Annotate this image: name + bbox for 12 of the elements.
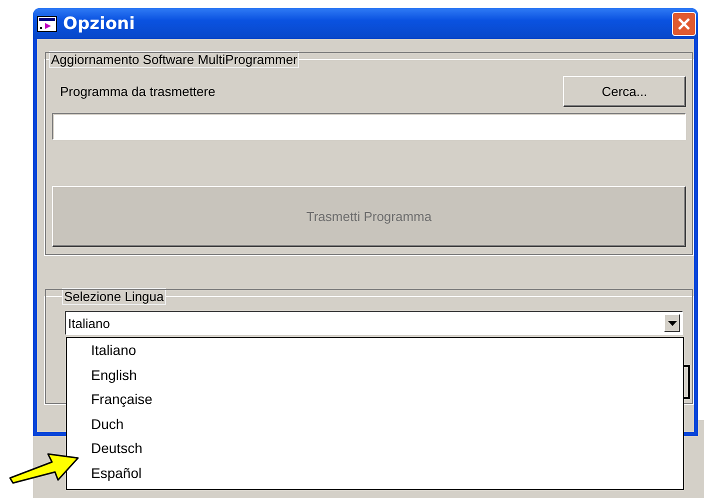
dropdown-option[interactable]: Duch: [67, 412, 683, 436]
window-title: Opzioni: [63, 14, 136, 34]
group-legend: Aggiornamento Software MultiProgrammer: [49, 51, 300, 68]
field-label: Programma da trasmettere: [60, 84, 216, 99]
dropdown-option[interactable]: Italiano: [67, 338, 683, 362]
dropdown-option[interactable]: Español: [67, 460, 683, 485]
browse-button[interactable]: Cerca...: [563, 76, 686, 107]
language-dropdown[interactable]: Italiano: [65, 311, 683, 335]
dropdown-option[interactable]: Deutsch: [67, 436, 683, 460]
group-legend: Selezione Lingua: [62, 288, 166, 305]
dropdown-option[interactable]: Française: [67, 387, 683, 412]
dropdown-option[interactable]: English: [67, 362, 683, 387]
